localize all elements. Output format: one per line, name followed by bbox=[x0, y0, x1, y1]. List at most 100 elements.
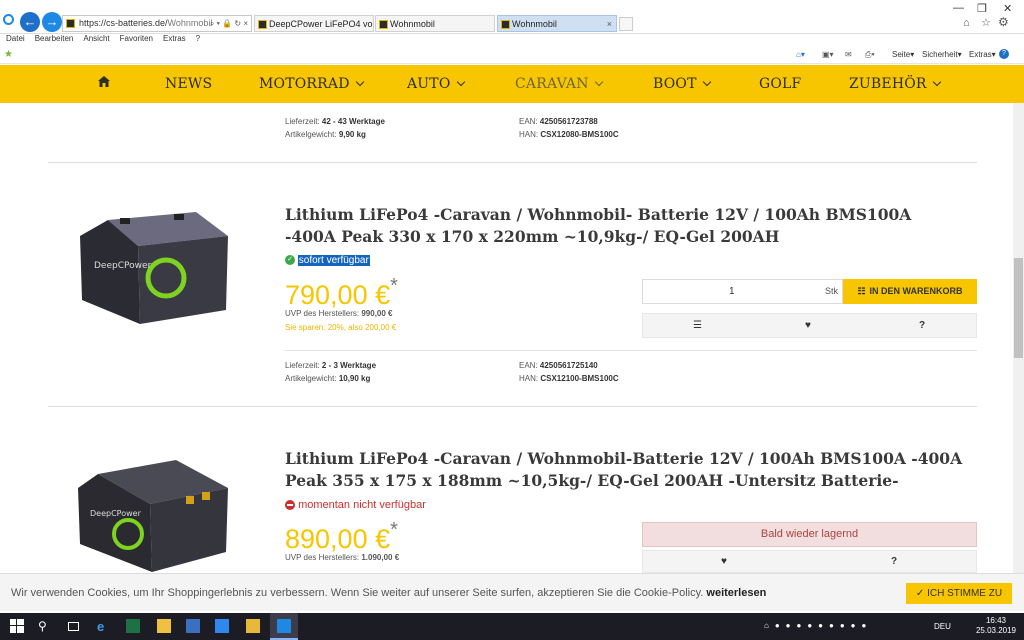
label: EAN: bbox=[519, 117, 538, 126]
tab-wohnmobil-active[interactable]: Wohnmobil × bbox=[497, 15, 617, 32]
divider bbox=[48, 406, 977, 407]
nav-boot[interactable]: BOOT bbox=[653, 76, 711, 92]
folder-icon[interactable] bbox=[246, 619, 260, 633]
wishlist-heart-icon[interactable]: ♥ bbox=[805, 320, 811, 331]
search-icon[interactable]: ⚲ bbox=[38, 619, 52, 633]
nav-caravan[interactable]: CARAVAN bbox=[515, 76, 603, 92]
minus-circle-icon bbox=[285, 500, 295, 511]
forward-button[interactable]: → bbox=[42, 12, 62, 32]
value: 10,90 kg bbox=[338, 374, 371, 383]
nav-boot-label: BOOT bbox=[653, 76, 697, 92]
minimize-icon[interactable]: — bbox=[953, 2, 964, 14]
label: EAN: bbox=[519, 361, 538, 370]
task-view-icon[interactable] bbox=[68, 622, 79, 631]
edge-browser-icon[interactable]: e bbox=[97, 619, 111, 634]
tab-label: DeepCPower LiFePO4 von CS-... bbox=[269, 19, 373, 29]
menu-extras[interactable]: Extras bbox=[163, 34, 186, 43]
favorites-star-icon[interactable]: ☆ bbox=[981, 16, 991, 29]
windows-start-icon[interactable] bbox=[10, 619, 24, 633]
maximize-icon[interactable]: ❐ bbox=[977, 2, 987, 15]
home-icon[interactable]: ⌂ bbox=[963, 17, 970, 29]
value: CSX12080-BMS100C bbox=[540, 130, 619, 139]
tab-wohnmobil-1[interactable]: Wohnmobil bbox=[375, 15, 495, 32]
mail-icon[interactable]: ✉ bbox=[845, 50, 852, 59]
value: CSX12100-BMS100C bbox=[540, 374, 619, 383]
compare-icon[interactable]: ☰ bbox=[693, 320, 702, 331]
menu-ansicht[interactable]: Ansicht bbox=[83, 34, 109, 43]
language-indicator[interactable]: DEU bbox=[934, 622, 951, 631]
han: HAN: CSX12100-BMS100C bbox=[519, 374, 619, 383]
page-menu[interactable]: Seite▾ bbox=[892, 50, 914, 59]
close-tab-icon[interactable]: × bbox=[607, 16, 612, 31]
security-menu[interactable]: Sicherheit▾ bbox=[922, 50, 962, 59]
home-cmd-icon[interactable]: ⌂▾ bbox=[796, 50, 805, 59]
extras-menu[interactable]: Extras▾ bbox=[969, 50, 996, 59]
value: 42 - 43 Werktage bbox=[321, 117, 385, 126]
home-nav-icon[interactable] bbox=[97, 75, 111, 92]
uvp-value: 990,00 € bbox=[361, 309, 393, 318]
help-icon[interactable]: ? bbox=[999, 49, 1009, 59]
suggested-sites-icon[interactable]: ★ bbox=[4, 49, 13, 60]
product-actions: ♥ ? bbox=[642, 550, 977, 573]
prev-lieferzeit: Lieferzeit: 42 - 43 Werktage bbox=[285, 117, 385, 126]
product-image-battery-1[interactable]: DeepCPower bbox=[78, 208, 230, 328]
tray-icons[interactable]: ⌂●●●●●●●●● bbox=[764, 621, 872, 630]
tab-deepcpower[interactable]: DeepCPower LiFePO4 von CS-... bbox=[254, 15, 374, 32]
explorer-icon[interactable] bbox=[157, 619, 171, 633]
outlook-icon[interactable] bbox=[186, 619, 200, 633]
add-to-cart-button[interactable]: ☷ IN DEN WARENKORB bbox=[843, 279, 977, 304]
back-button[interactable]: ← bbox=[20, 12, 40, 32]
label: Artikelgewicht: bbox=[285, 374, 337, 383]
print-icon[interactable]: ⎙▾ bbox=[865, 50, 875, 60]
product-image-battery-2[interactable]: DeepCPower bbox=[76, 452, 230, 574]
close-window-icon[interactable]: ✕ bbox=[1003, 2, 1012, 15]
chevron-down-icon bbox=[702, 77, 711, 87]
cookie-accept-button[interactable]: ✓ ICH STIMME ZU bbox=[906, 583, 1012, 604]
security-menu-label: Sicherheit bbox=[922, 50, 958, 59]
product-brand-logo: DeepCPower bbox=[90, 509, 142, 518]
product-price: 790,00 €* bbox=[285, 275, 398, 311]
quantity-select[interactable]: 1 Stk bbox=[642, 279, 843, 304]
nav-zubehoer[interactable]: ZUBEHÖR bbox=[849, 76, 941, 92]
cookie-read-more-link[interactable]: weiterlesen bbox=[706, 587, 766, 599]
chevron-down-icon bbox=[355, 77, 364, 87]
question-icon[interactable]: ? bbox=[891, 556, 897, 567]
settings-gear-icon[interactable]: ⚙ bbox=[998, 15, 1009, 29]
new-tab-button[interactable] bbox=[619, 17, 633, 31]
address-controls-icon[interactable]: ⌕ ▾ 🔒 ↻ × bbox=[210, 16, 248, 31]
app-icon[interactable] bbox=[215, 619, 229, 633]
ean: EAN: 4250561725140 bbox=[519, 361, 598, 370]
menu-favoriten[interactable]: Favoriten bbox=[120, 34, 153, 43]
product-title[interactable]: Lithium LiFePo4 -Caravan / Wohnmobil-Bat… bbox=[285, 448, 965, 492]
product-price: 890,00 €* bbox=[285, 519, 398, 555]
site-favicon-icon bbox=[258, 20, 267, 29]
page-scrollbar[interactable] bbox=[1013, 103, 1024, 573]
nav-motorrad[interactable]: MOTORRAD bbox=[259, 76, 364, 92]
menu-datei[interactable]: Datei bbox=[6, 34, 25, 43]
menu-bearbeiten[interactable]: Bearbeiten bbox=[35, 34, 74, 43]
value: 4250561723788 bbox=[539, 117, 598, 126]
clock[interactable]: 16:43 25.03.2019 bbox=[976, 616, 1016, 636]
chevron-down-icon bbox=[456, 77, 465, 87]
menu-help[interactable]: ? bbox=[196, 34, 200, 43]
excel-icon[interactable] bbox=[126, 619, 140, 633]
availability-text: sofort verfügbar bbox=[297, 255, 370, 266]
cookie-text: Wir verwenden Cookies, um Ihr Shoppinger… bbox=[11, 587, 766, 599]
wishlist-heart-icon[interactable]: ♥ bbox=[721, 556, 727, 567]
nav-golf[interactable]: GOLF bbox=[759, 76, 801, 92]
quantity-unit: Stk bbox=[825, 286, 839, 296]
tab-label: Wohnmobil bbox=[390, 19, 435, 29]
feeds-icon[interactable]: ▣▾ bbox=[822, 50, 834, 59]
availability-status: ✓ sofort verfügbar bbox=[285, 255, 370, 266]
product-title[interactable]: Lithium LiFePo4 -Caravan / Wohnmobil- Ba… bbox=[285, 204, 965, 248]
nav-zubehoer-label: ZUBEHÖR bbox=[849, 76, 927, 92]
nav-auto[interactable]: AUTO bbox=[407, 76, 465, 92]
nav-news[interactable]: NEWS bbox=[165, 76, 212, 92]
question-icon[interactable]: ? bbox=[919, 320, 925, 331]
price-value: 790,00 € bbox=[285, 280, 391, 310]
label: HAN: bbox=[519, 374, 539, 383]
address-bar[interactable]: https://cs-batteries.de/Wohnmobil ⌕ ▾ 🔒 … bbox=[62, 15, 252, 32]
uvp-value: 1.090,00 € bbox=[361, 553, 400, 562]
scrollbar-thumb[interactable] bbox=[1014, 258, 1023, 358]
uvp-label: UVP des Herstellers: bbox=[285, 309, 360, 318]
